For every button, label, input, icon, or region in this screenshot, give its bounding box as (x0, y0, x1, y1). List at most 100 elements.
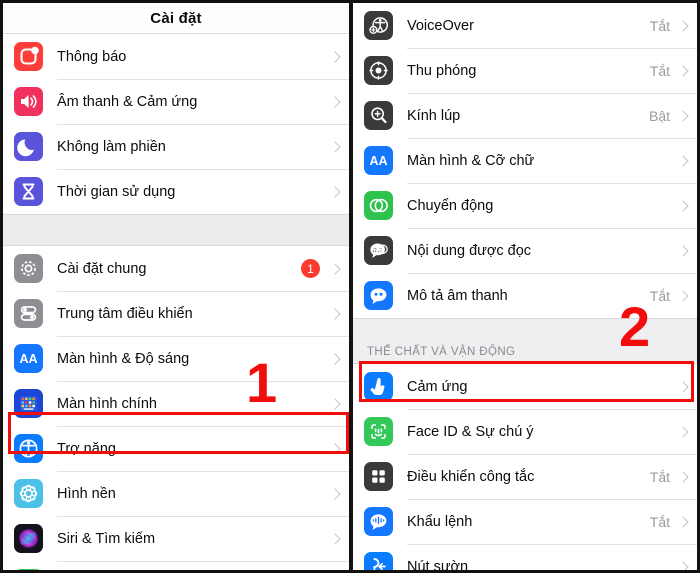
face-id-icon (14, 569, 43, 570)
screen-time-icon (14, 177, 43, 206)
list-item-label: Màn hình & Cỡ chữ (407, 152, 535, 169)
chevron-right-icon (329, 532, 341, 545)
nav-bar-settings: Cài đặt (3, 3, 349, 34)
sidebar-item-label: Trung tâm điều khiển (57, 305, 193, 322)
chevron-right-icon (677, 64, 689, 77)
sidebar-item-home-screen[interactable]: Màn hình chính (3, 381, 349, 426)
list-item-motion[interactable]: Chuyển động (353, 183, 697, 228)
sidebar-item-control-center[interactable]: Trung tâm điều khiển (3, 291, 349, 336)
sidebar-item-label: Không làm phiền (57, 138, 166, 155)
chevron-right-icon (329, 352, 341, 365)
sounds-haptics-icon (14, 87, 43, 116)
sidebar-item-label: Siri & Tìm kiếm (57, 530, 156, 547)
sidebar-item-screen-time[interactable]: Thời gian sử dụng (3, 169, 349, 214)
chevron-right-icon (677, 244, 689, 257)
list-item-label: Face ID & Sự chú ý (407, 423, 534, 440)
sidebar-item-display-brightness[interactable]: AA Màn hình & Độ sáng (3, 336, 349, 381)
touch-icon (364, 372, 393, 401)
switch-control-icon (364, 462, 393, 491)
sidebar-item-notifications[interactable]: Thông báo (3, 34, 349, 79)
list-item-label: Chuyển động (407, 197, 494, 214)
chevron-right-icon (329, 95, 341, 108)
display-text-icon: AA (364, 146, 393, 175)
list-item-label: Mô tả âm thanh (407, 287, 508, 304)
vision-group: VoiceOver Tắt Thu phóng Tắt Kính lúp Bật… (353, 3, 697, 318)
sidebar-item-wallpaper[interactable]: Hình nền (3, 471, 349, 516)
settings-group-2: Cài đặt chung 1 Trung tâm điều khiển AA … (3, 246, 349, 570)
chevron-right-icon (677, 560, 689, 570)
chevron-right-icon (677, 425, 689, 438)
list-item-switch-control[interactable]: Điều khiển công tắc Tắt (353, 454, 697, 499)
list-item-value: Bật (648, 107, 670, 124)
list-item-side-button[interactable]: Nút sườn (353, 544, 697, 570)
voice-control-icon (364, 507, 393, 536)
list-item-spoken-content[interactable]: ♫♫ Nội dung được đọc (353, 228, 697, 273)
magnifier-icon (364, 101, 393, 130)
chevron-right-icon (329, 140, 341, 153)
annotation-number-2: 2 (619, 295, 651, 358)
list-item-label: Cảm ứng (407, 378, 468, 395)
accessibility-icon (14, 434, 43, 463)
spoken-content-icon: ♫♫ (364, 236, 393, 265)
list-item-zoom[interactable]: Thu phóng Tắt (353, 48, 697, 93)
list-item-touch[interactable]: Cảm ứng (353, 364, 697, 409)
settings-group-1: Thông báo Âm thanh & Cảm ứng Không làm p… (3, 34, 349, 214)
list-item-voiceover[interactable]: VoiceOver Tắt (353, 3, 697, 48)
sidebar-item-label: Âm thanh & Cảm ứng (57, 93, 198, 110)
list-item-display-text-size[interactable]: AA Màn hình & Cỡ chữ (353, 138, 697, 183)
group-separator (3, 214, 349, 246)
svg-text:AA: AA (19, 352, 37, 366)
chevron-right-icon (329, 50, 341, 63)
list-item-label: Kính lúp (407, 107, 461, 124)
chevron-right-icon (329, 397, 341, 410)
sidebar-item-do-not-disturb[interactable]: Không làm phiền (3, 124, 349, 169)
chevron-right-icon (329, 487, 341, 500)
list-item-label: Điều khiển công tắc (407, 468, 535, 485)
list-item-value: Tắt (649, 17, 670, 34)
sidebar-item-label: Màn hình chính (57, 395, 157, 412)
voiceover-icon (364, 11, 393, 40)
list-item-face-id-attention[interactable]: Face ID & Sự chú ý (353, 409, 697, 454)
face-id-attention-icon (364, 417, 393, 446)
chevron-right-icon (677, 154, 689, 167)
sidebar-item-face-id-passcode[interactable]: Face ID & Mật mã (3, 561, 349, 570)
status-badge: 1 (301, 259, 320, 278)
sidebar-item-general[interactable]: Cài đặt chung 1 (3, 246, 349, 291)
chevron-right-icon (677, 199, 689, 212)
accessibility-detail-panel: VoiceOver Tắt Thu phóng Tắt Kính lúp Bật… (353, 0, 700, 573)
sidebar-item-label: Cài đặt chung (57, 260, 147, 277)
sidebar-item-sounds-haptics[interactable]: Âm thanh & Cảm ứng (3, 79, 349, 124)
chevron-right-icon (677, 470, 689, 483)
chevron-right-icon (329, 185, 341, 198)
motion-icon (364, 191, 393, 220)
sidebar-item-accessibility[interactable]: Trợ năng (3, 426, 349, 471)
page-title: Cài đặt (150, 9, 202, 27)
sidebar-item-label: Hình nền (57, 485, 116, 502)
notifications-icon (14, 42, 43, 71)
side-button-icon (364, 552, 393, 570)
list-item-value: Tắt (649, 513, 670, 530)
sidebar-item-label: Trợ năng (57, 440, 116, 457)
chevron-right-icon (677, 289, 689, 302)
wallpaper-icon (14, 479, 43, 508)
control-center-icon (14, 299, 43, 328)
do-not-disturb-icon (14, 132, 43, 161)
chevron-right-icon (329, 442, 341, 455)
chevron-right-icon (677, 19, 689, 32)
annotation-number-1: 1 (246, 351, 278, 414)
sidebar-item-siri-search[interactable]: Siri & Tìm kiếm (3, 516, 349, 561)
list-item-voice-control[interactable]: Khẩu lệnh Tắt (353, 499, 697, 544)
chevron-right-icon (329, 262, 341, 275)
home-screen-icon (14, 389, 43, 418)
list-item-magnifier[interactable]: Kính lúp Bật (353, 93, 697, 138)
section-header-label: THỂ CHẤT VÀ VẬN ĐỘNG (367, 346, 516, 358)
svg-text:AA: AA (369, 154, 387, 168)
sidebar-item-label: Thời gian sử dụng (57, 183, 176, 200)
chevron-right-icon (677, 515, 689, 528)
list-item-label: Khẩu lệnh (407, 513, 473, 530)
physical-motor-group: Cảm ứng Face ID & Sự chú ý Điều khiển cô… (353, 364, 697, 570)
settings-main-panel: Cài đặt Thông báo Âm thanh & Cảm ứng Khô… (0, 0, 349, 573)
settings-screenshot: Cài đặt Thông báo Âm thanh & Cảm ứng Khô… (0, 0, 700, 573)
list-item-value: Tắt (649, 468, 670, 485)
chevron-right-icon (677, 380, 689, 393)
